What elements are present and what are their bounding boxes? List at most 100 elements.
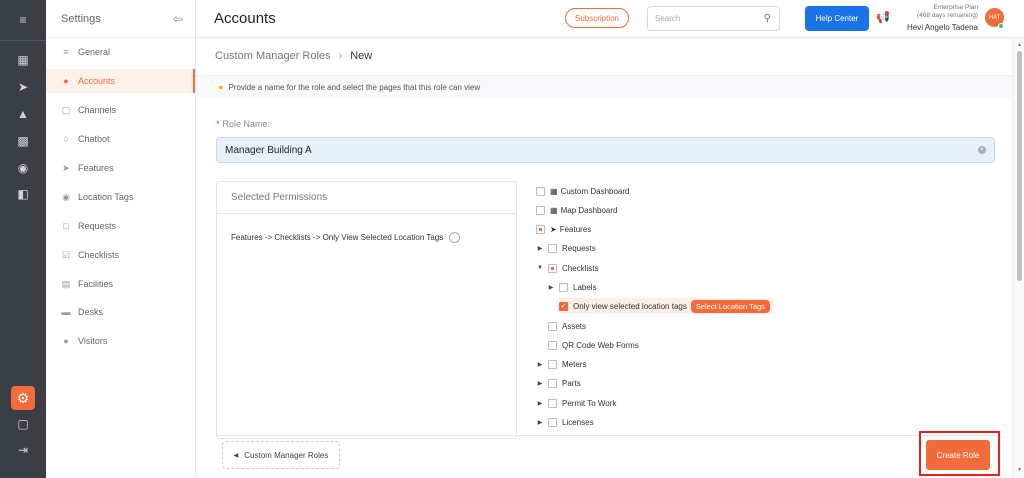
search-icon[interactable]: ⚲: [764, 13, 771, 24]
sidebar-item-requests[interactable]: □ Requests: [46, 214, 195, 238]
checkbox[interactable]: [559, 282, 568, 292]
users-icon: ●: [63, 76, 69, 86]
scrollbar-thumb[interactable]: [1017, 51, 1022, 281]
collapse-sidebar-icon[interactable]: ⇦: [173, 12, 183, 26]
tree-item-requests[interactable]: ▶ Requests: [536, 240, 596, 256]
create-role-button[interactable]: Create Role: [926, 440, 990, 470]
logout-icon[interactable]: ⇥: [15, 442, 31, 458]
ai-icon[interactable]: ◉: [15, 160, 31, 176]
tree-item-label: Labels: [573, 282, 597, 292]
tree-item-label: Map Dashboard: [560, 205, 618, 215]
plan-info: Enterprise Plan (468 days remaining): [906, 4, 978, 20]
tree-item-labels[interactable]: ▶ Labels: [547, 279, 597, 295]
sidebar-item-channels[interactable]: ▢ Channels: [46, 98, 195, 122]
sidebar-item-visitors[interactable]: ● Visitors: [46, 329, 195, 353]
back-button-label: Custom Manager Roles: [244, 450, 329, 460]
user-name[interactable]: Hevi Angelo Tadena: [896, 23, 978, 32]
search-input[interactable]: Search ⚲: [647, 6, 780, 31]
dashboard-icon[interactable]: ▦: [15, 52, 31, 68]
dashboard-icon: ▦: [550, 205, 558, 215]
checkbox[interactable]: [548, 243, 557, 253]
back-to-custom-manager-roles-button[interactable]: ◀ Custom Manager Roles: [222, 441, 340, 469]
checkbox-checked[interactable]: ✓: [559, 301, 568, 311]
sidebar-item-label: Checklists: [78, 250, 120, 260]
role-name-label-text: Role Name:: [222, 119, 271, 129]
tree-item-qr-code-web-forms[interactable]: QR Code Web Forms: [548, 337, 639, 353]
tree-item-map-dashboard[interactable]: ▦ Map Dashboard: [536, 202, 617, 218]
tree-item-checklists[interactable]: ▼ Checklists: [536, 260, 598, 276]
cube-icon[interactable]: ▢: [15, 416, 31, 432]
tree-item-label: Only view selected location tags: [573, 301, 687, 311]
scroll-down-icon[interactable]: ▼: [1017, 467, 1022, 473]
caret-down-icon[interactable]: ▼: [536, 265, 544, 271]
sidebar-item-accounts[interactable]: ● Accounts: [46, 69, 195, 93]
caret-right-icon[interactable]: ▶: [536, 400, 544, 407]
tree-item-meters[interactable]: ▶ Meters: [536, 356, 586, 372]
tree-item-label: QR Code Web Forms: [562, 340, 639, 350]
subscription-button[interactable]: Subscription: [565, 8, 629, 28]
caret-right-icon[interactable]: ▶: [536, 380, 544, 387]
page-title: Accounts: [214, 10, 276, 27]
caret-right-icon[interactable]: ▶: [536, 245, 544, 252]
checkbox[interactable]: [548, 359, 557, 369]
tree-item-assets[interactable]: Assets: [548, 318, 586, 334]
role-name-value: Manager Building A: [225, 144, 312, 156]
desk-icon: ▬: [61, 307, 71, 317]
settings-sidebar: Settings ⇦ ≡ General ● Accounts ▢ Channels …: [46, 0, 196, 478]
settings-gear-icon[interactable]: ⚙: [11, 386, 35, 410]
menu-toggle-icon[interactable]: ≡: [15, 12, 31, 28]
caret-right-icon[interactable]: ▶: [536, 419, 544, 426]
checkbox[interactable]: [548, 417, 557, 427]
select-location-tags-button[interactable]: Select Location Tags: [690, 299, 770, 313]
tree-item-only-view-selected-location-tags[interactable]: ✓ Only view selected location tags Select …: [559, 298, 774, 314]
checkbox[interactable]: [548, 398, 557, 408]
remove-permission-radio[interactable]: [449, 232, 461, 243]
caret-right-icon[interactable]: ▶: [536, 361, 544, 368]
checkbox[interactable]: [548, 340, 557, 350]
rail-divider: [0, 40, 46, 41]
clear-input-icon[interactable]: ×: [978, 146, 986, 154]
rocket-icon: ➤: [550, 224, 557, 234]
tree-item-label: Parts: [562, 378, 581, 388]
tree-item-parts[interactable]: ▶ Parts: [536, 375, 581, 391]
sidebar-item-features[interactable]: ➤ Features: [46, 156, 195, 180]
sidebar-item-checklists[interactable]: ☑ Checklists: [46, 243, 195, 267]
checkbox[interactable]: [536, 205, 545, 215]
sidebar-title: Settings: [61, 12, 101, 25]
sidebar-item-label: Location Tags: [78, 192, 134, 202]
checkbox[interactable]: [536, 224, 545, 234]
scrollbar[interactable]: ▲ ▼: [1013, 39, 1024, 478]
hierarchy-icon[interactable]: ▲: [15, 106, 31, 122]
documents-icon[interactable]: ◧: [15, 186, 31, 202]
sidebar-item-desks[interactable]: ▬ Desks: [46, 300, 195, 324]
sidebar-item-chatbot[interactable]: ○ Chatbot: [46, 127, 195, 151]
tree-item-licenses[interactable]: ▶ Licenses: [536, 414, 594, 430]
tree-item-features[interactable]: ▼ ➤Features: [530, 221, 591, 237]
tree-item-custom-dashboard[interactable]: ▦ Custom Dashboard: [536, 183, 629, 199]
sidebar-item-general[interactable]: ≡ General: [46, 40, 195, 64]
sliders-icon: ≡: [63, 47, 69, 57]
checkbox[interactable]: [536, 186, 545, 196]
sidebar-item-facilities[interactable]: ▤ Facilities: [46, 272, 195, 296]
caret-down-icon[interactable]: ▼: [530, 226, 532, 232]
plan-days-remaining: (468 days remaining): [916, 12, 978, 19]
role-name-input[interactable]: Manager Building A ×: [216, 137, 995, 163]
breadcrumb-parent[interactable]: Custom Manager Roles: [215, 50, 331, 62]
scroll-up-icon[interactable]: ▲: [1017, 42, 1022, 48]
caret-right-icon[interactable]: ▶: [547, 284, 555, 291]
selected-permissions-panel: Selected Permissions Features -> Checkli…: [216, 181, 517, 439]
rocket-icon[interactable]: ➤: [15, 79, 31, 95]
selected-permissions-title: Selected Permissions: [217, 182, 516, 214]
sidebar-item-label: Visitors: [78, 336, 108, 346]
top-bar: Accounts Subscription Search ⚲ Help Cent…: [196, 0, 1024, 38]
help-center-button[interactable]: Help Center: [805, 6, 869, 31]
sidebar-item-location-tags[interactable]: ◉ Location Tags: [46, 185, 195, 209]
tree-item-label: Licenses: [562, 417, 594, 427]
checkbox[interactable]: [548, 321, 557, 331]
analytics-icon[interactable]: ▩: [15, 133, 31, 149]
checkbox[interactable]: [548, 378, 557, 388]
tree-item-label: Meters: [562, 359, 587, 369]
breadcrumb-separator: ›: [338, 50, 343, 62]
checkbox[interactable]: [548, 263, 557, 273]
tree-item-permit-to-work[interactable]: ▶ Permit To Work: [536, 395, 616, 411]
